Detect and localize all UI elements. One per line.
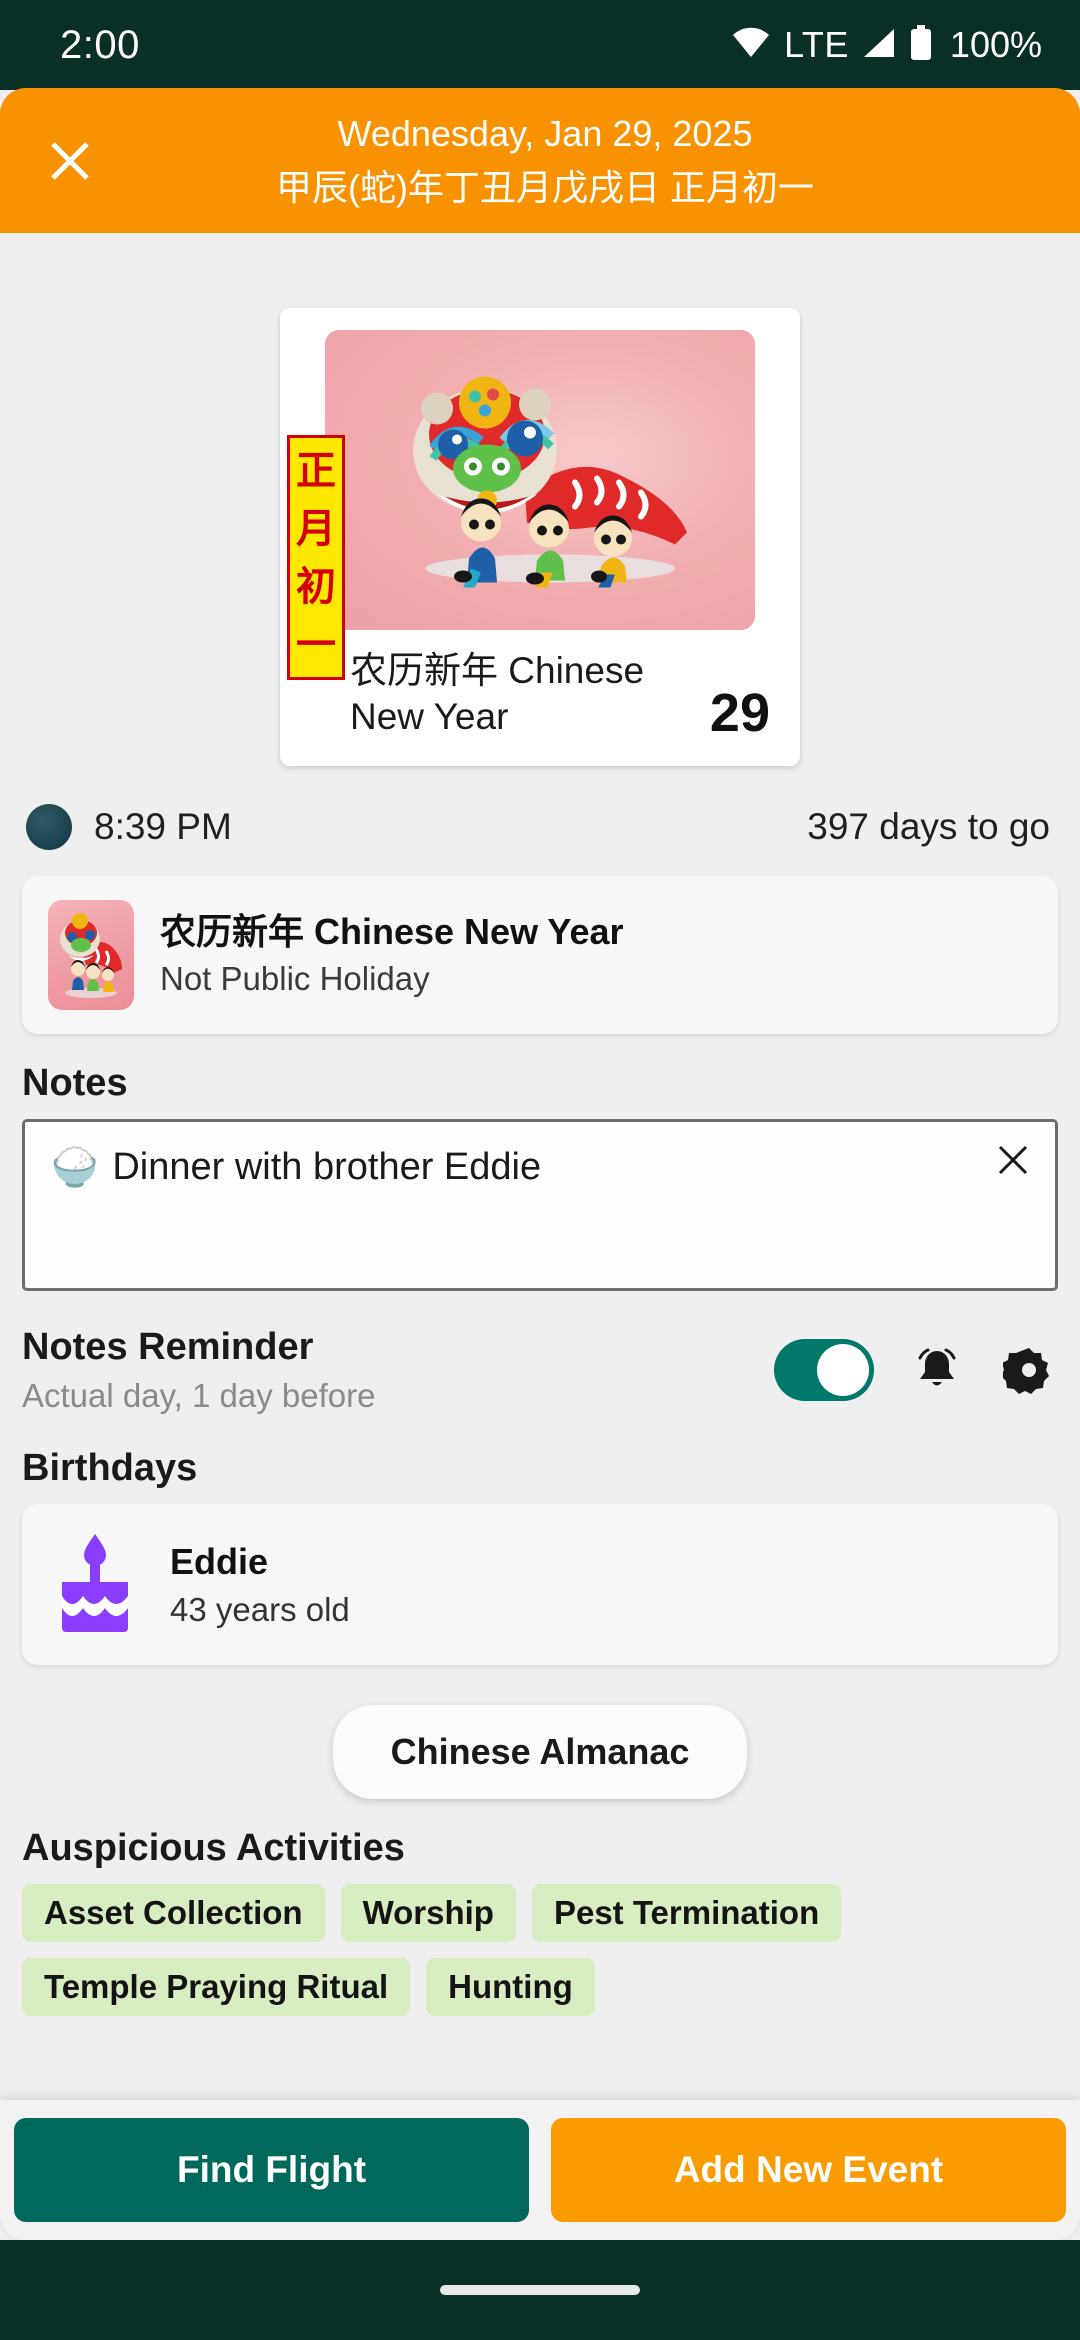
home-gesture-pill[interactable] (440, 2285, 640, 2295)
gear-icon[interactable] (1000, 1341, 1058, 1399)
clear-note-icon[interactable] (989, 1136, 1037, 1184)
lion-dance-icon (413, 376, 687, 588)
status-bar-clock: 2:00 (60, 22, 140, 67)
birthday-text-block: Eddie 43 years old (170, 1537, 350, 1633)
detail-content: 正 月 初 一 农历新年 Chinese New Year 29 8:39 PM… (0, 233, 1080, 2123)
auspicious-section-title: Auspicious Activities (22, 1827, 405, 1869)
status-bar: 2:00 LTE 100% (0, 0, 1080, 90)
days-to-go: 397 days to go (807, 806, 1050, 847)
note-line: 🍚 Dinner with brother Eddie (51, 1146, 985, 1189)
event-detail-header: Wednesday, Jan 29, 2025 甲辰(蛇)年丁丑月戊戌日 正月初… (0, 88, 1080, 233)
event-image-wrap: 正 月 初 一 (287, 330, 755, 680)
auspicious-chip-list: Asset Collection Worship Pest Terminatio… (0, 1884, 1080, 2016)
reminder-toggle[interactable] (774, 1339, 874, 1401)
header-lunar-date: 甲辰(蛇)年丁丑月戊戌日 正月初一 (276, 166, 814, 208)
header-text-block: Wednesday, Jan 29, 2025 甲辰(蛇)年丁丑月戊戌日 正月初… (0, 107, 1080, 215)
time-row: 8:39 PM 397 days to go (0, 766, 1080, 850)
birthday-cake-icon (48, 1530, 142, 1639)
auspicious-chip[interactable]: Hunting (426, 1958, 595, 2016)
bell-ringing-icon[interactable] (908, 1341, 966, 1399)
app-screen: 2:00 LTE 100% Wednesday, Jan 29, 2025 甲辰… (0, 0, 1080, 2340)
note-text: Dinner with brother Eddie (112, 1146, 542, 1188)
add-new-event-button[interactable]: Add New Event (551, 2118, 1066, 2222)
close-icon[interactable] (40, 131, 100, 191)
auspicious-chip[interactable]: Asset Collection (22, 1884, 325, 1942)
system-navigation-bar (0, 2240, 1080, 2340)
reminder-controls (774, 1339, 1058, 1401)
auspicious-chip[interactable]: Temple Praying Ritual (22, 1958, 411, 2016)
holiday-text-block: 农历新年 Chinese New Year Not Public Holiday (160, 908, 624, 1002)
network-type-label: LTE (784, 24, 849, 65)
battery-icon (909, 24, 933, 66)
lunar-tag-char-3: 一 (296, 621, 336, 668)
notes-input[interactable]: 🍚 Dinner with brother Eddie (22, 1119, 1058, 1291)
event-day-number: 29 (709, 683, 770, 743)
holiday-thumbnail (48, 900, 134, 1010)
lion-dance-thumb-icon (60, 913, 122, 999)
lunar-tag-char-0: 正 (296, 447, 336, 494)
wifi-icon (731, 27, 771, 64)
battery-percentage: 100% (949, 24, 1042, 65)
event-title: 农历新年 Chinese New Year (350, 650, 645, 737)
holiday-status: Not Public Holiday (160, 960, 430, 997)
almanac-button-wrap: Chinese Almanac (0, 1665, 1080, 1799)
reminder-text-block: Notes Reminder Actual day, 1 day before (22, 1321, 375, 1419)
header-date: Wednesday, Jan 29, 2025 (337, 112, 753, 154)
notes-reminder-row: Notes Reminder Actual day, 1 day before (0, 1291, 1080, 1419)
event-time: 8:39 PM (94, 806, 232, 847)
rice-bowl-icon: 🍚 (51, 1146, 99, 1189)
birthday-person-age: 43 years old (170, 1590, 350, 1628)
status-bar-icons: LTE 100% (731, 24, 1042, 66)
event-card-footer: 农历新年 Chinese New Year 29 (280, 630, 800, 766)
lion-dance-illustration (325, 330, 755, 630)
notes-section-title: Notes (22, 1062, 128, 1104)
birthdays-section-title: Birthdays (22, 1447, 198, 1489)
chinese-almanac-button[interactable]: Chinese Almanac (332, 1705, 748, 1799)
lunar-tag-char-2: 初 (296, 563, 336, 610)
toggle-knob (817, 1344, 869, 1396)
find-flight-button[interactable]: Find Flight (14, 2118, 529, 2222)
signal-icon (862, 27, 896, 64)
time-left-group: 8:39 PM (26, 804, 232, 850)
holiday-list-item[interactable]: 农历新年 Chinese New Year Not Public Holiday (22, 876, 1058, 1034)
auspicious-chip[interactable]: Pest Termination (531, 1884, 842, 1942)
reminder-subtitle: Actual day, 1 day before (22, 1377, 376, 1414)
lunar-day-tag: 正 月 初 一 (287, 435, 345, 680)
event-card[interactable]: 正 月 初 一 农历新年 Chinese New Year 29 (280, 308, 800, 766)
holiday-name: 农历新年 Chinese New Year (160, 911, 624, 952)
bottom-action-bar: Find Flight Add New Event (0, 2100, 1080, 2240)
new-moon-icon (26, 804, 72, 850)
auspicious-chip[interactable]: Worship (340, 1884, 516, 1942)
birthday-list-item[interactable]: Eddie 43 years old (22, 1504, 1058, 1665)
birthday-person-name: Eddie (170, 1540, 269, 1582)
lunar-tag-char-1: 月 (296, 505, 336, 552)
reminder-title: Notes Reminder (22, 1326, 314, 1368)
